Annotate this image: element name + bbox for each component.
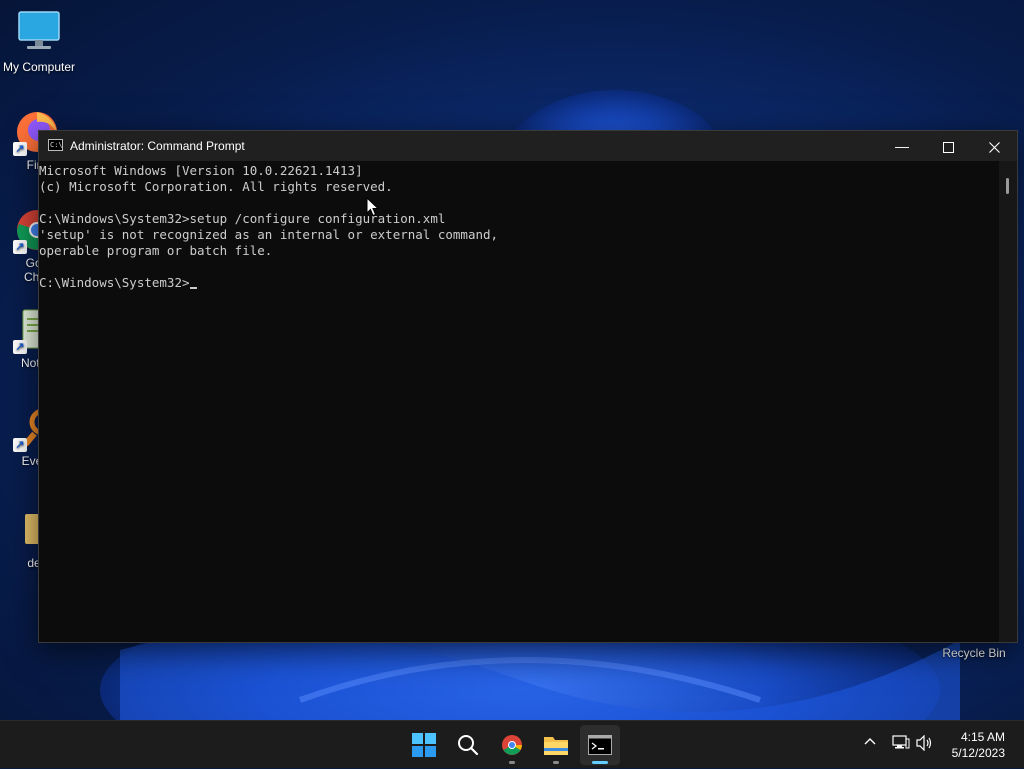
taskbar-chrome[interactable]	[492, 725, 532, 765]
console-line: (c) Microsoft Corporation. All rights re…	[39, 179, 393, 194]
monitor-icon	[15, 10, 63, 58]
close-button[interactable]	[971, 131, 1017, 161]
shortcut-arrow-icon: ↗	[13, 240, 27, 254]
close-icon	[988, 141, 1000, 153]
taskbar-file-explorer[interactable]	[536, 725, 576, 765]
running-indicator	[553, 761, 559, 764]
desktop-icon-label: My Computer	[2, 60, 76, 74]
network-icon[interactable]	[892, 735, 910, 754]
shortcut-arrow-icon: ↗	[13, 142, 27, 156]
clock-time: 4:15 AM	[960, 730, 1005, 744]
search-icon	[458, 735, 479, 756]
minimize-button[interactable]: —	[879, 131, 925, 161]
maximize-icon	[942, 141, 954, 153]
prompt-line[interactable]: C:\Windows\System32>	[39, 275, 999, 291]
window-titlebar[interactable]: C:\ Administrator: Command Prompt —	[39, 131, 1017, 161]
console-line: ​	[39, 259, 999, 275]
chrome-icon	[502, 735, 522, 755]
start-button[interactable]	[404, 725, 444, 765]
console-line: Microsoft Windows [Version 10.0.22621.14…	[39, 163, 363, 178]
command-prompt-text: C:\Windows\System32>	[39, 275, 190, 290]
text-cursor	[189, 287, 197, 289]
chevron-up-icon[interactable]	[864, 735, 876, 751]
console-line: operable program or batch file.	[39, 243, 273, 258]
search-button[interactable]	[448, 725, 488, 765]
desktop-icon-my-computer[interactable]: My Computer	[0, 10, 78, 74]
shortcut-arrow-icon: ↗	[13, 438, 27, 452]
terminal-icon	[588, 735, 612, 755]
minimize-icon: —	[895, 138, 909, 154]
maximize-button[interactable]	[925, 131, 971, 161]
desktop-icon-label: Recycle Bin	[942, 646, 1006, 660]
shortcut-arrow-icon: ↗	[13, 340, 27, 354]
scrollbar-thumb[interactable]	[1006, 178, 1009, 194]
active-indicator	[592, 761, 608, 764]
command-prompt-window[interactable]: C:\ Administrator: Command Prompt — Micr…	[38, 130, 1018, 643]
windows-logo-icon	[412, 733, 436, 757]
mouse-pointer-icon	[366, 197, 380, 217]
volume-icon[interactable]	[916, 734, 934, 754]
console-line: 'setup' is not recognized as an internal…	[39, 227, 499, 242]
console-line: C:\Windows\System32>setup /configure con…	[39, 211, 446, 226]
command-prompt-icon: C:\	[48, 139, 63, 151]
taskbar-command-prompt[interactable]	[580, 725, 620, 765]
taskbar: 4:15 AM 5/12/2023	[0, 720, 1024, 768]
clock[interactable]: 4:15 AM 5/12/2023	[952, 729, 1005, 761]
vertical-scrollbar[interactable]	[999, 161, 1017, 642]
clock-date: 5/12/2023	[951, 746, 1005, 760]
console-line: ​	[39, 195, 999, 211]
running-indicator	[509, 761, 515, 764]
folder-icon	[544, 737, 568, 755]
console-output[interactable]: Microsoft Windows [Version 10.0.22621.14…	[39, 161, 999, 642]
window-title: Administrator: Command Prompt	[70, 139, 245, 153]
